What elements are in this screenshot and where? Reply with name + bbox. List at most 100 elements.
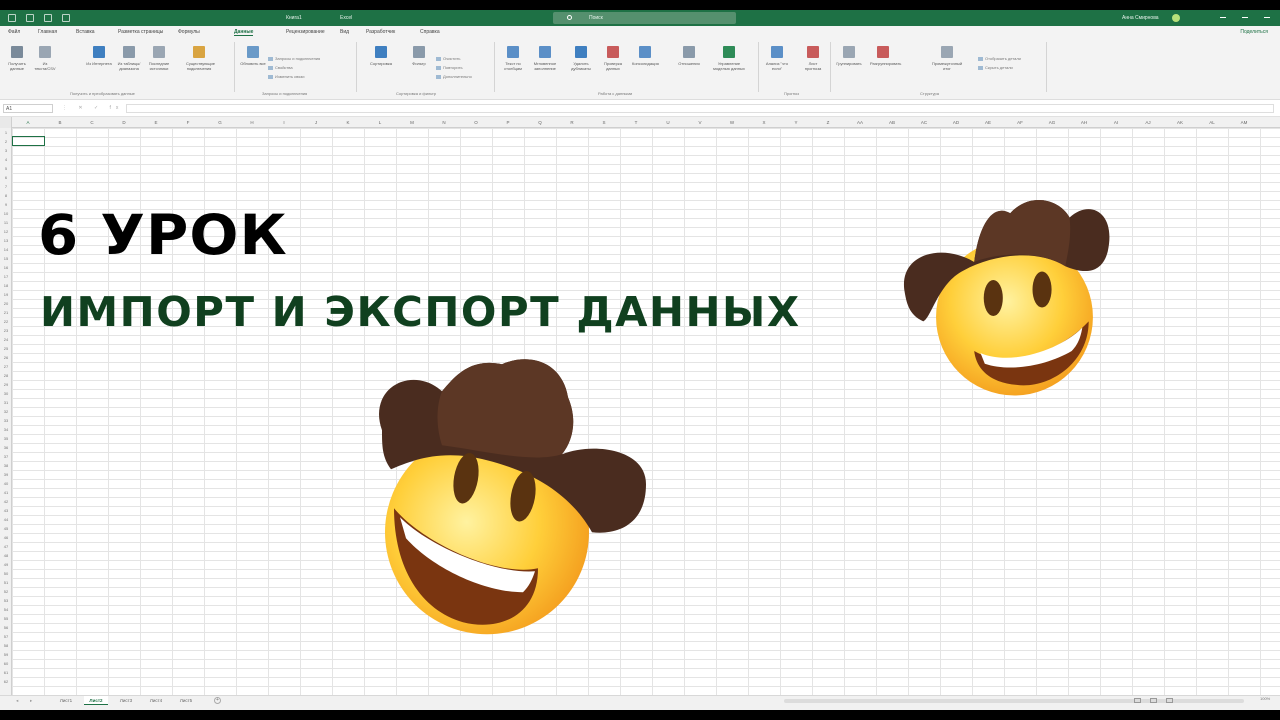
column-label[interactable]: R [556,120,588,125]
share-button[interactable]: Поделиться [1240,29,1268,35]
row-label[interactable]: 16 [0,263,12,272]
ribbon-button[interactable]: Из Интернета [86,44,112,84]
column-label[interactable]: I [268,120,300,125]
column-label[interactable]: C [76,120,108,125]
column-label[interactable]: AM [1228,120,1260,125]
ribbon-small-item[interactable]: Скрыть детали [978,65,1013,70]
ribbon-button[interactable]: Промежуточный итог [928,44,966,84]
tab-item[interactable]: Разработчик [366,29,395,35]
column-label[interactable]: Y [780,120,812,125]
row-label[interactable]: 62 [0,677,12,686]
ribbon-button[interactable]: Последние источники [146,44,172,84]
row-label[interactable]: 42 [0,497,12,506]
row-label[interactable]: 15 [0,254,12,263]
normal-view-icon[interactable] [1134,698,1141,703]
row-label[interactable]: 5 [0,164,12,173]
column-label[interactable]: AK [1164,120,1196,125]
row-label[interactable]: 45 [0,524,12,533]
row-label[interactable]: 40 [0,479,12,488]
row-label[interactable]: 19 [0,290,12,299]
ribbon-button[interactable]: Сортировка [368,44,394,84]
row-label[interactable]: 39 [0,470,12,479]
row-label[interactable]: 13 [0,236,12,245]
column-label[interactable]: U [652,120,684,125]
column-label[interactable]: L [364,120,396,125]
ribbon-button[interactable]: Из таблицы/диапазона [116,44,142,84]
ribbon-small-item[interactable]: Дополнительно [436,74,472,79]
row-label[interactable]: 29 [0,380,12,389]
column-label[interactable]: P [492,120,524,125]
column-label[interactable]: H [236,120,268,125]
row-label[interactable]: 6 [0,173,12,182]
row-label[interactable]: 11 [0,218,12,227]
row-label[interactable]: 46 [0,533,12,542]
column-label[interactable]: AH [1068,120,1100,125]
column-label[interactable]: E [140,120,172,125]
row-label[interactable]: 8 [0,191,12,200]
tab-item[interactable]: Рецензирование [286,29,325,35]
column-label[interactable]: G [204,120,236,125]
column-label[interactable]: AG [1036,120,1068,125]
select-all-corner[interactable] [0,117,12,128]
tab-item[interactable]: Разметка страницы [118,29,163,35]
column-label[interactable]: Q [524,120,556,125]
formula-input[interactable] [126,104,1274,113]
row-label[interactable]: 30 [0,389,12,398]
row-label[interactable]: 31 [0,398,12,407]
row-label[interactable]: 50 [0,569,12,578]
tab-item[interactable]: Вставка [76,29,95,35]
row-label[interactable]: 58 [0,641,12,650]
row-label[interactable]: 22 [0,317,12,326]
column-label[interactable]: AI [1100,120,1132,125]
autosave-icon[interactable] [8,14,16,22]
row-label[interactable]: 44 [0,515,12,524]
row-label[interactable]: 54 [0,605,12,614]
ribbon-button[interactable]: Фильтр [406,44,432,84]
row-label[interactable]: 52 [0,587,12,596]
sheet-tab[interactable]: Лист2 [84,696,108,705]
column-label[interactable]: AE [972,120,1004,125]
row-label[interactable]: 18 [0,281,12,290]
row-label[interactable]: 33 [0,416,12,425]
page-break-icon[interactable] [1166,698,1173,703]
sheet-tab[interactable]: Лист3 [114,696,138,705]
ribbon-button[interactable]: Управление моделью данных [710,44,748,84]
row-label[interactable]: 3 [0,146,12,155]
row-label[interactable]: 24 [0,335,12,344]
ribbon-button[interactable]: Проверка данных [600,44,626,84]
prev-sheet-icon[interactable]: ◂ [16,698,18,704]
avatar[interactable] [1172,14,1180,22]
ribbon-button[interactable]: Текст по столбцам [500,44,526,84]
row-label[interactable]: 7 [0,182,12,191]
row-label[interactable]: 25 [0,344,12,353]
row-label[interactable]: 43 [0,506,12,515]
sheet-tab[interactable]: Лист5 [174,696,198,705]
row-label[interactable]: 17 [0,272,12,281]
row-label[interactable]: 55 [0,614,12,623]
row-label[interactable]: 4 [0,155,12,164]
row-label[interactable]: 23 [0,326,12,335]
row-label[interactable]: 32 [0,407,12,416]
name-box[interactable]: A1 [3,104,53,113]
maximize-icon[interactable] [1240,13,1250,23]
ribbon-button[interactable]: Консолидация [632,44,659,84]
column-label[interactable]: A [12,120,44,125]
row-label[interactable]: 34 [0,425,12,434]
column-label[interactable]: B [44,120,76,125]
minimize-icon[interactable] [1218,13,1228,23]
tab-item[interactable]: Данные [234,29,254,36]
row-label[interactable]: 21 [0,308,12,317]
close-icon[interactable] [1262,13,1272,23]
row-label[interactable]: 14 [0,245,12,254]
active-cell[interactable] [12,136,45,146]
column-label[interactable]: W [716,120,748,125]
column-label[interactable]: M [396,120,428,125]
row-label[interactable]: 9 [0,200,12,209]
sheet-tab[interactable]: Лист4 [144,696,168,705]
row-label[interactable]: 53 [0,596,12,605]
row-label[interactable]: 28 [0,371,12,380]
ribbon-small-item[interactable]: Отобразить детали [978,56,1021,61]
page-layout-icon[interactable] [1150,698,1157,703]
row-label[interactable]: 60 [0,659,12,668]
ribbon-small-item[interactable]: Очистить [436,56,460,61]
